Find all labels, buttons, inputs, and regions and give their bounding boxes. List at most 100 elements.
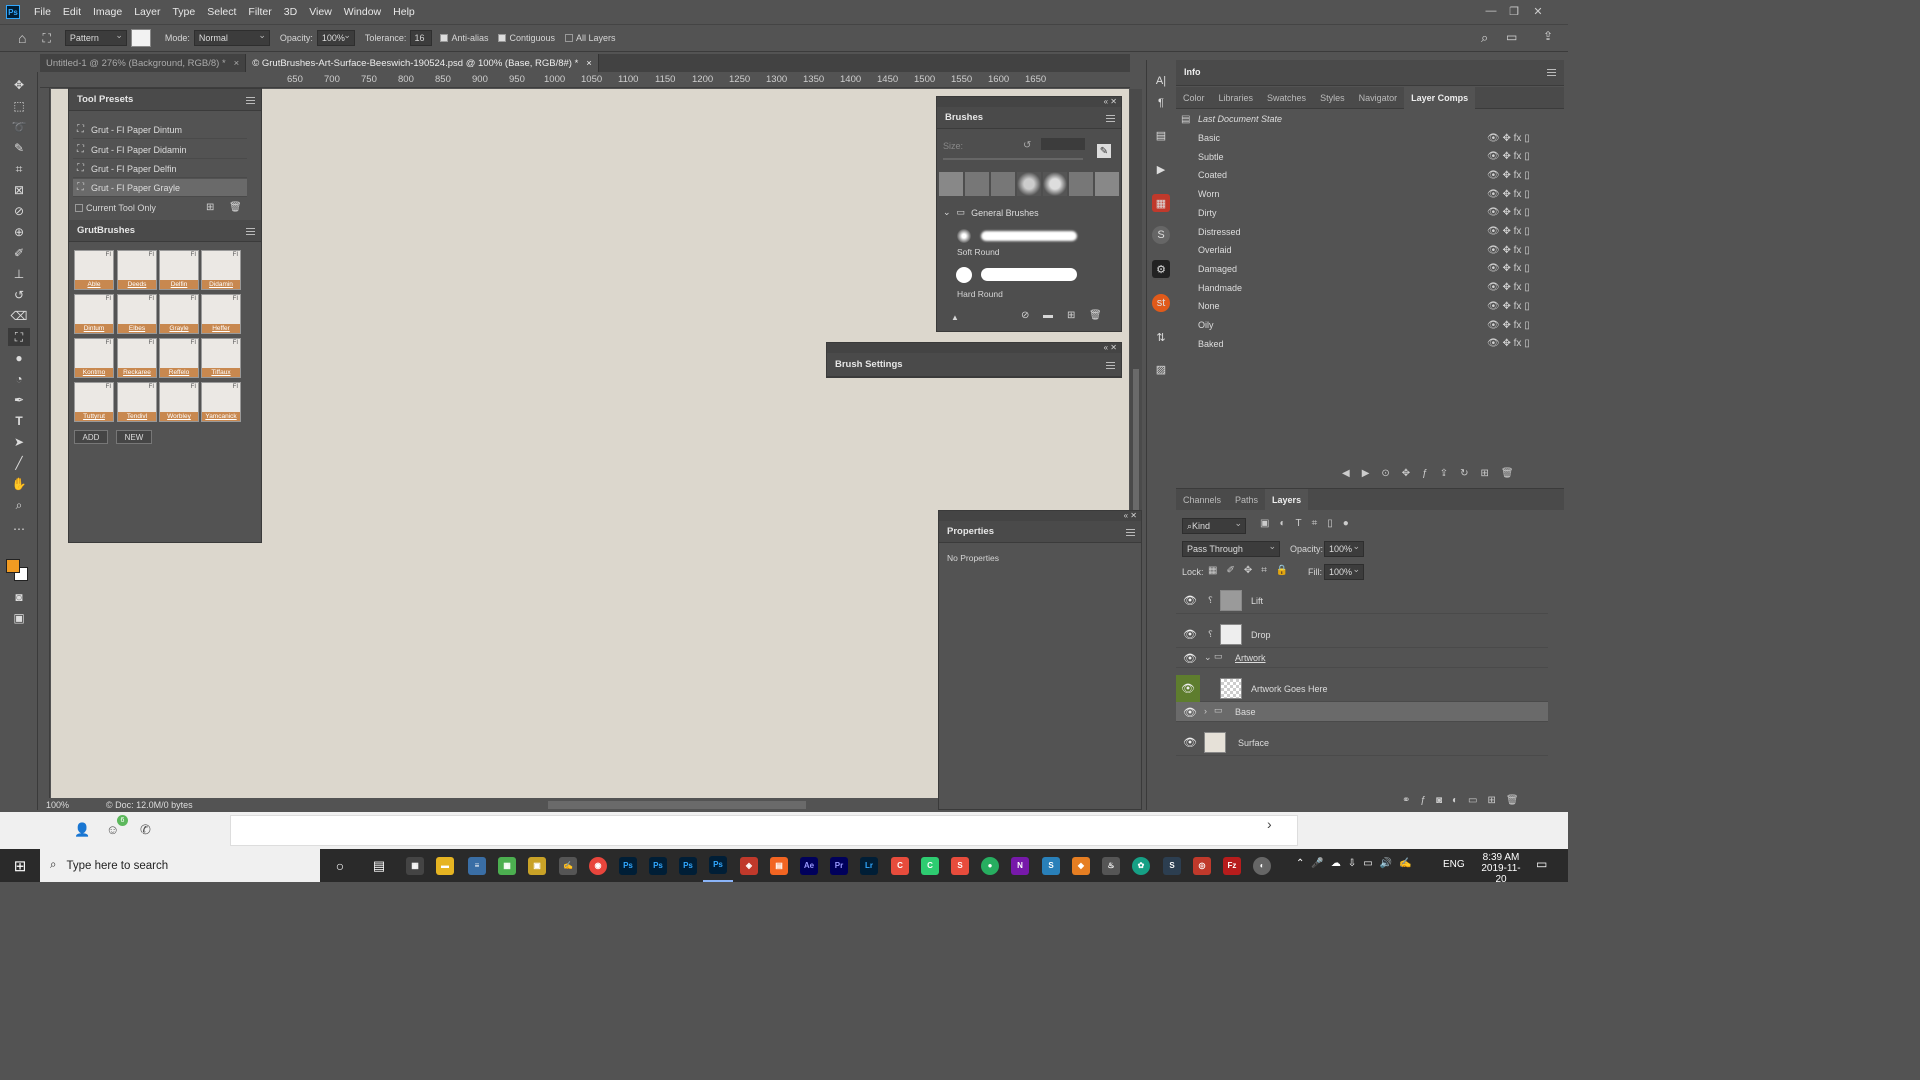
- app-icon[interactable]: ♨: [1096, 849, 1126, 882]
- brush-thumb[interactable]: FI Reckaree: [117, 338, 157, 378]
- calculator-icon[interactable]: ▦: [400, 849, 430, 882]
- panel-menu-icon[interactable]: [1106, 115, 1115, 122]
- comp-actions[interactable]: ◀▶⊙✥ƒ⇪↻⊞🗑: [1342, 468, 1526, 479]
- app-icon[interactable]: C: [885, 849, 915, 882]
- trash-icon[interactable]: 🗑: [229, 202, 242, 213]
- brush-thumb[interactable]: FI Dintum: [74, 294, 114, 334]
- pen-tool-icon[interactable]: ✒: [8, 391, 30, 409]
- menu-view[interactable]: View: [303, 6, 338, 18]
- new-button[interactable]: NEW: [116, 430, 152, 444]
- hand-tool-icon[interactable]: ✋: [8, 475, 30, 493]
- eye-icon[interactable]: 👁: [1181, 729, 1199, 756]
- close-icon[interactable]: ×: [234, 58, 240, 69]
- eye-icon[interactable]: 👁: [1176, 675, 1200, 702]
- cortana-icon[interactable]: ○: [325, 849, 355, 882]
- chrome-icon[interactable]: ◉: [583, 849, 613, 882]
- app-icon[interactable]: ◎: [1187, 849, 1217, 882]
- brush-tip[interactable]: [1043, 172, 1067, 196]
- layer-comp-row[interactable]: Overlaid 👁 ✥ fx ▯: [1176, 241, 1546, 260]
- path-select-tool-icon[interactable]: ➤: [8, 433, 30, 451]
- tab-layers[interactable]: Layers: [1265, 489, 1309, 511]
- contiguous-checkbox[interactable]: [498, 34, 507, 42]
- trash-icon[interactable]: 🗑: [1089, 310, 1102, 321]
- app-icon[interactable]: ◈: [734, 849, 764, 882]
- tab-color[interactable]: Color: [1176, 87, 1212, 109]
- system-tray-icons[interactable]: ⌃🎤☁⇩▭🔊✍: [1296, 858, 1419, 869]
- brush-thumb[interactable]: FI Yamcanick: [201, 382, 241, 422]
- brush-tip[interactable]: [991, 172, 1015, 196]
- screen-mode-icon[interactable]: ▣: [8, 609, 30, 627]
- menu-help[interactable]: Help: [387, 6, 421, 18]
- preset-item[interactable]: ⛶ Grut - FI Paper Delfin: [73, 160, 247, 178]
- filezilla-icon[interactable]: Fz: [1217, 849, 1247, 882]
- tab-grutbrushes[interactable]: © GrutBrushes-Art-Surface-Beeswich-19052…: [246, 54, 599, 72]
- app-icon[interactable]: ●: [975, 849, 1005, 882]
- tab-swatches[interactable]: Swatches: [1260, 87, 1313, 109]
- tab-navigator[interactable]: Navigator: [1352, 87, 1405, 109]
- lightroom-icon[interactable]: Lr: [854, 849, 884, 882]
- brush-thumb[interactable]: FI Able: [74, 250, 114, 290]
- line-tool-icon[interactable]: ╱: [8, 454, 30, 472]
- brush-tip[interactable]: [1017, 172, 1041, 196]
- size-slider[interactable]: [943, 158, 1083, 160]
- chat-input[interactable]: [230, 815, 1298, 846]
- explorer-icon[interactable]: ▬: [430, 849, 460, 882]
- zoom-level[interactable]: 100%: [46, 800, 96, 810]
- home-icon[interactable]: ⌂: [18, 30, 26, 46]
- group-icon[interactable]: ☺: [106, 822, 119, 837]
- onenote-icon[interactable]: N: [1005, 849, 1035, 882]
- plugin-icon[interactable]: ▦: [1152, 194, 1170, 212]
- app-icon[interactable]: S: [1036, 849, 1066, 882]
- horizontal-scrollbar[interactable]: [548, 801, 806, 809]
- photoshop-icon[interactable]: Ps: [673, 849, 703, 882]
- menu-filter[interactable]: Filter: [242, 6, 277, 18]
- brush-thumb[interactable]: FI Grayle: [159, 294, 199, 334]
- brush-tip[interactable]: [939, 172, 963, 196]
- tab-libraries[interactable]: Libraries: [1212, 87, 1261, 109]
- eye-icon[interactable]: 👁: [1181, 702, 1199, 722]
- app-icon[interactable]: ✍: [553, 849, 583, 882]
- lock-icons[interactable]: ▦✐✥⌗🔒: [1208, 565, 1297, 576]
- foreground-color-swatch-top[interactable]: [6, 559, 20, 573]
- soft-round-brush[interactable]: Soft Round: [955, 225, 1089, 257]
- brush-tip[interactable]: [1095, 172, 1119, 196]
- layer-group-row-selected[interactable]: 👁 › ▭ Base: [1176, 702, 1548, 722]
- panel-collapse-icon[interactable]: « ✕: [827, 343, 1121, 353]
- quick-mask-icon[interactable]: ◙: [8, 588, 30, 606]
- panel-menu-icon[interactable]: [1106, 362, 1115, 369]
- menu-image[interactable]: Image: [87, 6, 128, 18]
- user-icon[interactable]: 👤: [74, 822, 90, 838]
- lasso-tool-icon[interactable]: ➰: [8, 118, 30, 136]
- folder-icon[interactable]: ▬: [1043, 310, 1053, 321]
- tolerance-input[interactable]: 16: [410, 30, 433, 46]
- marquee-tool-icon[interactable]: ⬚: [8, 97, 30, 115]
- pattern-swatch[interactable]: [130, 29, 151, 47]
- task-view-icon[interactable]: ▤: [364, 849, 394, 882]
- notifications-icon[interactable]: ▭: [1536, 857, 1547, 871]
- preset-item-selected[interactable]: ⛶ Grut - FI Paper Grayle: [73, 179, 247, 197]
- layer-comp-row[interactable]: Worn 👁 ✥ fx ▯: [1176, 185, 1546, 204]
- close-icon[interactable]: ✕: [1526, 0, 1550, 22]
- layer-comp-row[interactable]: Distressed 👁 ✥ fx ▯: [1176, 222, 1546, 241]
- blend-mode-select[interactable]: Pass Through: [1182, 541, 1280, 557]
- layer-group-row[interactable]: 👁 ⌄ ▭ Artwork: [1176, 648, 1548, 668]
- tab-paths[interactable]: Paths: [1228, 489, 1265, 511]
- taskbar-search[interactable]: ⌕ Type here to search: [40, 849, 320, 882]
- menu-file[interactable]: File: [28, 6, 57, 18]
- filter-icons[interactable]: ▣◐T⌗▯●: [1260, 518, 1359, 529]
- type-tool-icon[interactable]: T: [8, 412, 30, 430]
- brush-thumb[interactable]: FI Elbes: [117, 294, 157, 334]
- new-preset-icon[interactable]: ⊞: [206, 202, 214, 213]
- layer-comp-row[interactable]: Damaged 👁 ✥ fx ▯: [1176, 260, 1546, 279]
- chevron-right-icon[interactable]: ›: [1204, 706, 1207, 716]
- layer-comp-row[interactable]: Handmade 👁 ✥ fx ▯: [1176, 278, 1546, 297]
- blur-tool-icon[interactable]: ●: [8, 349, 30, 367]
- info-title[interactable]: Info: [1184, 67, 1201, 77]
- brush-thumb[interactable]: FI Delfin: [159, 250, 199, 290]
- brush-thumb[interactable]: FI Tiffaux: [201, 338, 241, 378]
- brush-thumb[interactable]: FI Tuttyrut: [74, 382, 114, 422]
- brush-thumb[interactable]: FI Reffelo: [159, 338, 199, 378]
- menu-select[interactable]: Select: [201, 6, 242, 18]
- preset-item[interactable]: ⛶ Grut - FI Paper Dintum: [73, 121, 247, 139]
- premiere-icon[interactable]: Pr: [824, 849, 854, 882]
